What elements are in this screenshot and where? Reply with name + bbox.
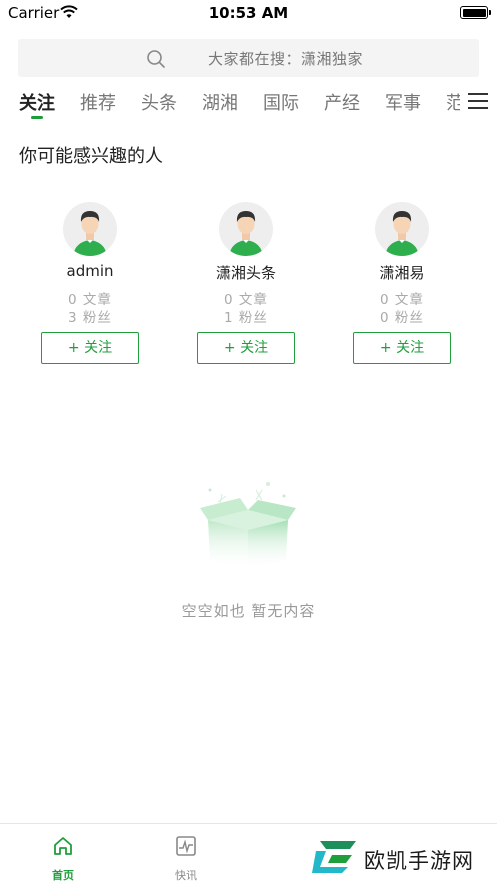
avatar[interactable]	[375, 202, 429, 256]
tab-industry[interactable]: 产经	[324, 89, 360, 115]
tab-recommend[interactable]: 推荐	[80, 89, 116, 115]
search-icon	[147, 50, 165, 68]
person-avatar-icon	[73, 211, 107, 256]
tab-military[interactable]: 军事	[385, 89, 421, 115]
tab-headlines[interactable]: 头条	[141, 89, 177, 115]
watermark-text: 欧凯手游网	[364, 849, 474, 873]
empty-box-icon	[200, 482, 296, 570]
category-tabs: 关注 推荐 头条 湖湘 国际 产经 军事 范	[0, 86, 460, 118]
follow-button[interactable]: + 关注	[41, 332, 139, 364]
avatar[interactable]	[219, 202, 273, 256]
fan-count: 0 粉丝	[380, 310, 424, 326]
pulse-icon	[176, 836, 196, 856]
tab-follow[interactable]: 关注	[19, 89, 55, 115]
follow-button[interactable]: + 关注	[197, 332, 295, 364]
menu-icon[interactable]	[468, 91, 488, 111]
tab-indicator	[31, 116, 43, 119]
avatar[interactable]	[63, 202, 117, 256]
watermark: 欧凯手游网	[312, 833, 492, 879]
tab-international[interactable]: 国际	[263, 89, 299, 115]
article-count: 0 文章	[68, 292, 112, 308]
empty-state-text: 空空如也 暂无内容	[181, 602, 316, 620]
search-placeholder: 大家都在搜：潇湘独家	[208, 50, 364, 68]
person-name: 潇湘头条	[215, 264, 276, 282]
clock: 10:53 AM	[208, 4, 289, 22]
nav-home[interactable]: 首页	[13, 824, 113, 883]
person-avatar-icon	[229, 211, 263, 256]
battery-icon	[460, 6, 491, 19]
section-title: 你可能感兴趣的人	[19, 146, 163, 167]
person-avatar-icon	[385, 211, 419, 256]
watermark-logo-icon	[312, 841, 356, 873]
nav-flash-news[interactable]: 快讯	[136, 824, 236, 883]
tab-huxiang[interactable]: 湖湘	[202, 89, 238, 115]
status-bar: Carrier 10:53 AM	[0, 0, 497, 28]
tab-more-category[interactable]: 范	[446, 89, 460, 115]
home-icon	[54, 837, 72, 855]
nav-home-label: 首页	[52, 869, 74, 882]
article-count: 0 文章	[380, 292, 424, 308]
article-count: 0 文章	[224, 292, 268, 308]
person-name: 潇湘易	[379, 264, 425, 282]
search-bar[interactable]: 大家都在搜：潇湘独家	[18, 39, 479, 77]
nav-flash-news-label: 快讯	[175, 869, 197, 882]
person-name: admin	[66, 262, 114, 280]
follow-button[interactable]: + 关注	[353, 332, 451, 364]
fan-count: 1 粉丝	[224, 310, 268, 326]
fan-count: 3 粉丝	[68, 310, 112, 326]
